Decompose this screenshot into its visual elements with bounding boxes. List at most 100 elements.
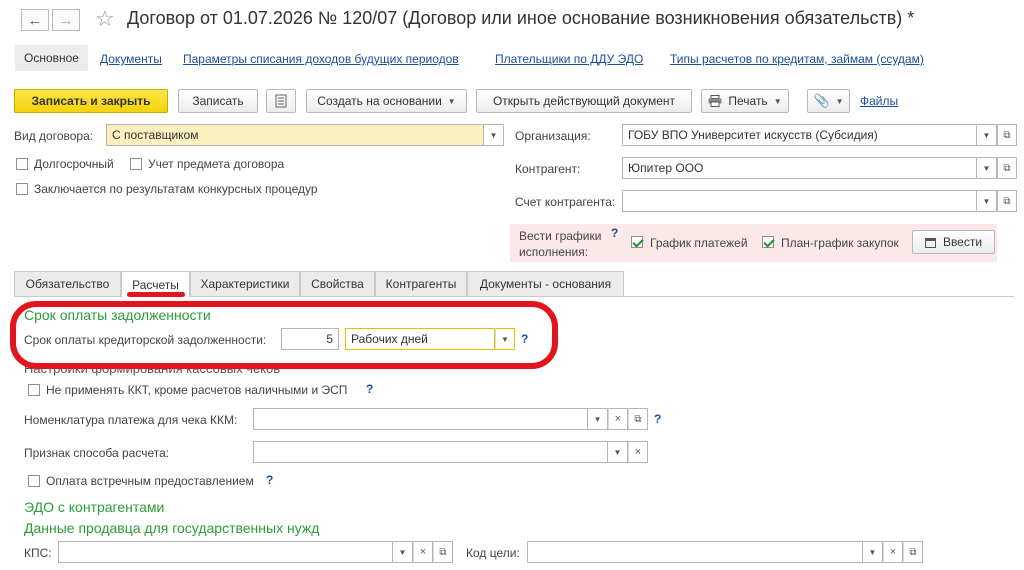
back-button[interactable]: ←: [21, 9, 49, 31]
goal-code-open-button[interactable]: ⧉: [903, 541, 923, 563]
payment-method-dropdown[interactable]: ▼: [608, 441, 628, 463]
kps-label: КПС:: [24, 546, 52, 560]
save-close-button[interactable]: Записать и закрыть: [14, 89, 168, 113]
tender-label: Заключается по результатам конкурсных пр…: [34, 182, 318, 196]
window-title: Договор от 01.07.2026 № 120/07 (Договор …: [127, 8, 915, 28]
tab-obligation[interactable]: Обязательство: [14, 271, 121, 296]
open-window-icon: ⧉: [439, 546, 447, 558]
chevron-down-icon: ▼: [447, 96, 456, 106]
chevron-down-icon: ▼: [613, 447, 622, 457]
open-window-icon: ⧉: [1003, 129, 1011, 141]
nomenclature-help-icon[interactable]: ?: [654, 412, 661, 426]
nomenclature-dropdown[interactable]: ▼: [588, 408, 608, 430]
payment-method-label: Признак способа расчета:: [24, 446, 170, 460]
files-link[interactable]: Файлы: [860, 94, 898, 108]
counterparty-account-field[interactable]: [622, 190, 977, 212]
organization-label: Организация:: [515, 129, 591, 143]
open-window-icon: ⧉: [1003, 195, 1011, 207]
payment-method-clear-button[interactable]: ×: [628, 441, 648, 463]
create-based-button[interactable]: Создать на основании ▼: [306, 89, 467, 113]
tab-basis-documents[interactable]: Документы - основания: [467, 271, 624, 296]
counter-provision-checkbox[interactable]: [28, 475, 40, 487]
kps-open-button[interactable]: ⧉: [433, 541, 453, 563]
goal-code-field[interactable]: [527, 541, 863, 563]
subject-accounting-checkbox[interactable]: [130, 158, 142, 170]
nav-link-credit-types[interactable]: Типы расчетов по кредитам, займам (ссуда…: [670, 52, 924, 66]
tab-counterparties[interactable]: Контрагенты: [375, 271, 467, 296]
open-current-document-button[interactable]: Открыть действующий документ: [476, 89, 692, 113]
schedules-help-icon[interactable]: ?: [611, 226, 618, 240]
tab-characteristics[interactable]: Характеристики: [190, 271, 300, 296]
nav-link-documents[interactable]: Документы: [100, 52, 162, 66]
kps-field[interactable]: [58, 541, 393, 563]
counterparty-dropdown[interactable]: ▼: [977, 157, 997, 179]
purchase-plan-label: План-график закупок: [781, 236, 899, 250]
nav-link-main[interactable]: Основное: [15, 45, 88, 71]
nomenclature-open-button[interactable]: ⧉: [628, 408, 648, 430]
payment-method-field[interactable]: [253, 441, 608, 463]
close-icon: ×: [634, 446, 642, 458]
report-button[interactable]: [266, 89, 296, 113]
forward-button[interactable]: →: [52, 9, 80, 31]
organization-open-button[interactable]: ⧉: [997, 124, 1017, 146]
organization-dropdown[interactable]: ▼: [977, 124, 997, 146]
chevron-down-icon: ▼: [398, 547, 407, 557]
goal-code-clear-button[interactable]: ×: [883, 541, 903, 563]
goal-code-label: Код цели:: [466, 546, 520, 560]
printer-icon: [708, 95, 722, 107]
arrow-left-icon: ←: [27, 11, 43, 29]
tab-properties[interactable]: Свойства: [300, 271, 375, 296]
goal-code-dropdown[interactable]: ▼: [863, 541, 883, 563]
paperclip-icon: 📎: [813, 93, 830, 108]
chevron-down-icon: ▼: [982, 196, 991, 206]
schedules-label-line1: Вести графики: [519, 229, 602, 243]
enter-schedule-button[interactable]: Ввести: [912, 230, 995, 254]
counterparty-account-open-button[interactable]: ⧉: [997, 190, 1017, 212]
longterm-label: Долгосрочный: [34, 157, 114, 171]
nav-link-ddu-payers[interactable]: Плательщики по ДДУ ЭДО: [495, 52, 643, 66]
organization-field[interactable]: ГОБУ ВПО Университет искусств (Субсидия): [622, 124, 977, 146]
close-icon: ×: [889, 546, 897, 558]
subject-accounting-label: Учет предмета договора: [148, 157, 285, 171]
no-kkt-help-icon[interactable]: ?: [366, 382, 373, 396]
schedules-label-line2: исполнения:: [519, 245, 589, 259]
calendar-icon: [924, 237, 936, 248]
no-kkt-label: Не применять ККТ, кроме расчетов наличны…: [46, 383, 348, 397]
nav-link-deferred-income[interactable]: Параметры списания доходов будущих перио…: [183, 52, 459, 66]
contract-type-field[interactable]: С поставщиком: [106, 124, 484, 146]
attach-button[interactable]: 📎 ▼: [807, 89, 850, 113]
counterparty-account-dropdown[interactable]: ▼: [977, 190, 997, 212]
arrow-right-icon: →: [58, 11, 74, 29]
kps-clear-button[interactable]: ×: [413, 541, 433, 563]
close-icon: ×: [419, 546, 427, 558]
kps-dropdown[interactable]: ▼: [393, 541, 413, 563]
nomenclature-clear-button[interactable]: ×: [608, 408, 628, 430]
gov-seller-heading: Данные продавца для государственных нужд: [24, 520, 320, 536]
contract-type-dropdown[interactable]: ▼: [484, 124, 504, 146]
chevron-down-icon: ▼: [982, 163, 991, 173]
open-window-icon: ⧉: [1003, 162, 1011, 174]
payment-schedule-label: График платежей: [650, 236, 748, 250]
purchase-plan-checkbox[interactable]: [762, 236, 774, 248]
chevron-down-icon: ▼: [593, 414, 602, 424]
favorite-star-icon[interactable]: ☆: [95, 6, 115, 32]
counterparty-account-label: Счет контрагента:: [515, 195, 616, 209]
print-button[interactable]: Печать ▼: [701, 89, 789, 113]
close-icon: ×: [614, 413, 622, 425]
counter-provision-label: Оплата встречным предоставлением: [46, 474, 254, 488]
chevron-down-icon: ▼: [835, 96, 844, 106]
chevron-down-icon: ▼: [868, 547, 877, 557]
chevron-down-icon: ▼: [982, 130, 991, 140]
nomenclature-field[interactable]: [253, 408, 588, 430]
counterparty-field[interactable]: Юпитер ООО: [622, 157, 977, 179]
counterparty-label: Контрагент:: [515, 162, 581, 176]
no-kkt-checkbox[interactable]: [28, 384, 40, 396]
longterm-checkbox[interactable]: [16, 158, 28, 170]
chevron-down-icon: ▼: [489, 130, 498, 140]
open-window-icon: ⧉: [909, 546, 917, 558]
payment-schedule-checkbox[interactable]: [631, 236, 643, 248]
save-button[interactable]: Записать: [178, 89, 258, 113]
counter-provision-help-icon[interactable]: ?: [266, 473, 273, 487]
tender-checkbox[interactable]: [16, 183, 28, 195]
counterparty-open-button[interactable]: ⧉: [997, 157, 1017, 179]
